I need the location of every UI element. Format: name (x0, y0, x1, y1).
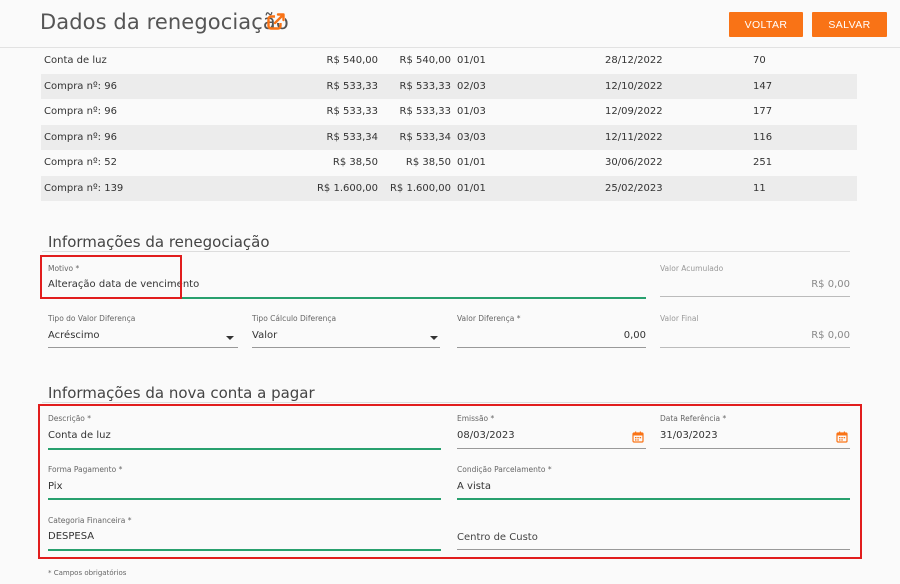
valor-final-field: Valor Final R$ 0,00 (660, 314, 850, 349)
back-button[interactable]: VOLTAR (729, 12, 803, 37)
valor-final-value: R$ 0,00 (811, 330, 850, 341)
section-divider (42, 251, 850, 252)
external-link-icon[interactable] (267, 13, 285, 31)
cell-description: Conta de luz (44, 55, 107, 66)
cell-days: 177 (753, 106, 773, 117)
new-payable-section-title: Informações da nova conta a pagar (48, 384, 315, 402)
valor-diferenca-label: Valor Diferença * (457, 314, 521, 323)
tipo-valor-diferenca-value: Acréscimo (48, 330, 100, 341)
installments-table: Conta de luz R$ 540,00 R$ 540,00 01/01 2… (41, 48, 857, 201)
cell-open-value: R$ 533,33 (399, 80, 451, 92)
cell-due-date: 12/11/2022 (605, 131, 663, 143)
valor-acumulado-underline (660, 296, 850, 297)
tipo-calculo-diferenca-label: Tipo Cálculo Diferença (252, 314, 337, 323)
valor-diferenca-underline (457, 347, 646, 348)
tipo-calculo-diferenca-value: Valor (252, 330, 278, 341)
valor-acumulado-value: R$ 0,00 (811, 279, 850, 290)
cell-installment: 01/01 (457, 157, 486, 168)
table-row[interactable]: Compra nº: 96 R$ 533,33 R$ 533,33 01/03 … (41, 99, 857, 125)
new-payable-highlight (38, 404, 862, 559)
valor-diferenca-field[interactable]: Valor Diferença * 0,00 (457, 314, 646, 349)
cell-days: 251 (753, 157, 773, 168)
table-row[interactable]: Compra nº: 52 R$ 38,50 R$ 38,50 01/01 30… (41, 150, 857, 176)
tipo-valor-diferenca-label: Tipo do Valor Diferença (48, 314, 136, 323)
cell-days: 116 (753, 131, 773, 143)
table-row[interactable]: Compra nº: 139 R$ 1.600,00 R$ 1.600,00 0… (41, 175, 857, 201)
cell-open-value: R$ 533,33 (399, 106, 451, 117)
cell-installment: 01/03 (457, 106, 486, 117)
tipo-valor-diferenca-underline (48, 347, 238, 348)
cell-original-value: R$ 540,00 (326, 55, 378, 66)
cell-description: Compra nº: 96 (44, 106, 117, 117)
table-row[interactable]: Compra nº: 96 R$ 533,33 R$ 533,33 02/03 … (41, 73, 857, 99)
cell-description: Compra nº: 52 (44, 157, 117, 168)
cell-due-date: 12/10/2022 (605, 80, 663, 92)
cell-description: Compra nº: 139 (44, 182, 124, 194)
cell-open-value: R$ 533,34 (399, 131, 451, 143)
cell-original-value: R$ 533,34 (326, 131, 378, 143)
valor-acumulado-field: Valor Acumulado R$ 0,00 (660, 264, 850, 299)
cell-installment: 01/01 (457, 55, 486, 66)
tipo-valor-diferenca-select[interactable]: Tipo do Valor Diferença Acréscimo (48, 314, 238, 349)
cell-days: 147 (753, 80, 773, 92)
cell-original-value: R$ 533,33 (326, 80, 378, 92)
cell-days: 70 (753, 55, 766, 66)
chevron-down-icon[interactable] (226, 336, 234, 340)
page-title: Dados da renegociação (40, 10, 289, 34)
cell-description: Compra nº: 96 (44, 80, 117, 92)
cell-due-date: 25/02/2023 (605, 182, 663, 194)
cell-original-value: R$ 1.600,00 (316, 182, 378, 194)
table-row[interactable]: Conta de luz R$ 540,00 R$ 540,00 01/01 2… (41, 48, 857, 74)
table-row[interactable]: Compra nº: 96 R$ 533,34 R$ 533,34 03/03 … (41, 124, 857, 150)
cell-original-value: R$ 38,50 (332, 157, 378, 168)
cell-open-value: R$ 38,50 (405, 157, 451, 168)
save-button[interactable]: SALVAR (812, 12, 887, 37)
cell-original-value: R$ 533,33 (326, 106, 378, 117)
required-fields-note: * Campos obrigatórios (48, 569, 127, 577)
tipo-calculo-diferenca-select[interactable]: Tipo Cálculo Diferença Valor (252, 314, 440, 349)
renegotiation-section-title: Informações da renegociação (48, 233, 270, 251)
valor-diferenca-input[interactable]: 0,00 (624, 330, 646, 341)
cell-due-date: 30/06/2022 (605, 157, 663, 168)
cell-open-value: R$ 1.600,00 (389, 182, 451, 194)
cell-open-value: R$ 540,00 (399, 55, 451, 66)
cell-due-date: 28/12/2022 (605, 55, 663, 66)
cell-due-date: 12/09/2022 (605, 106, 663, 117)
tipo-calculo-diferenca-underline (252, 347, 440, 348)
cell-installment: 01/01 (457, 182, 486, 194)
valor-final-underline (660, 347, 850, 348)
cell-days: 11 (753, 182, 766, 194)
cell-installment: 02/03 (457, 80, 486, 92)
motivo-highlight (40, 255, 182, 299)
valor-acumulado-label: Valor Acumulado (660, 264, 724, 273)
page-header: Dados da renegociação VOLTAR SALVAR (0, 0, 900, 48)
cell-description: Compra nº: 96 (44, 131, 117, 143)
valor-final-label: Valor Final (660, 314, 699, 323)
chevron-down-icon[interactable] (430, 336, 438, 340)
cell-installment: 03/03 (457, 131, 486, 143)
section-divider (42, 402, 850, 403)
